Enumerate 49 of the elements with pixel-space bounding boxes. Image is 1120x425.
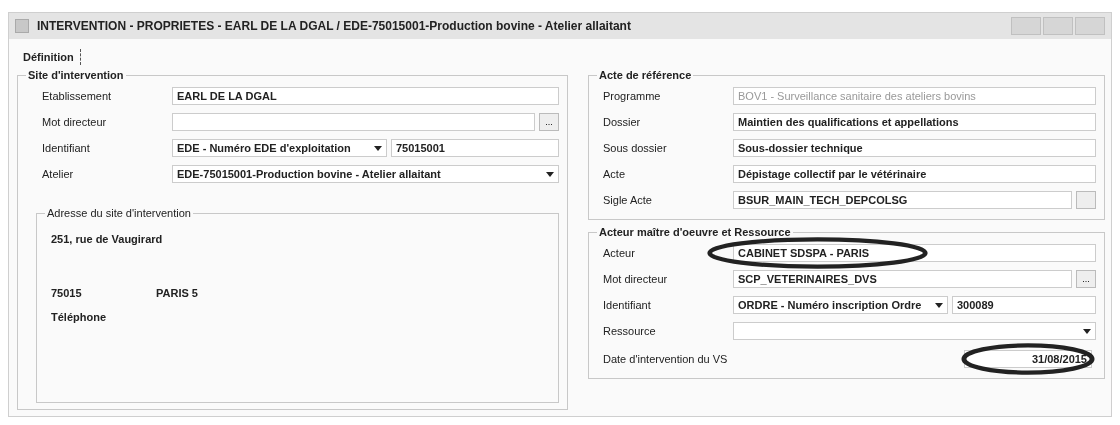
dropdown-arrow-icon xyxy=(935,302,943,308)
field-label: Acteur xyxy=(603,247,636,259)
city: PARIS 5 xyxy=(156,287,198,299)
input-field[interactable]: BSUR_MAIN_TECH_DEPCOLSG xyxy=(733,191,1072,209)
input-field[interactable]: Sous-dossier technique xyxy=(733,139,1096,157)
browse-button[interactable] xyxy=(1076,191,1096,209)
close-button[interactable] xyxy=(1075,17,1105,35)
field-label: Etablissement xyxy=(42,90,113,102)
window-title: INTERVENTION - PROPRIETES - EARL DE LA DGAL / EDE-75015001-Production bovine - Atelier allaitant xyxy=(37,19,632,33)
dropdown[interactable]: ORDRE - Numéro inscription Ordre xyxy=(733,296,948,314)
field-label: Mot directeur xyxy=(42,116,108,128)
field-label: Identifiant xyxy=(42,142,91,154)
field-label: Programme xyxy=(603,90,662,102)
input-field[interactable] xyxy=(172,113,535,131)
field-label: Mot directeur xyxy=(603,273,669,285)
field-label: Ressource xyxy=(603,325,657,337)
input-field[interactable]: 75015001 xyxy=(391,139,559,157)
minimize-button[interactable] xyxy=(1011,17,1041,35)
browse-button[interactable]: ... xyxy=(1076,270,1096,288)
browse-button[interactable]: ... xyxy=(539,113,559,131)
dropdown[interactable]: EDE - Numéro EDE d'exploitation xyxy=(172,139,387,157)
field-label: Sigle Acte xyxy=(603,194,653,206)
field-label: Acte xyxy=(603,168,626,180)
field-label: Dossier xyxy=(603,116,642,128)
group-title: Acteur maître d'oeuvre et Ressource xyxy=(598,226,792,238)
input-field[interactable]: 300089 xyxy=(952,296,1096,314)
dropdown-arrow-icon xyxy=(546,171,554,177)
group-title: Acte de référence xyxy=(598,69,693,81)
field-label: Atelier xyxy=(42,168,75,180)
field-label: Téléphone xyxy=(51,311,107,323)
dropdown[interactable] xyxy=(733,322,1096,340)
input-field[interactable]: Dépistage collectif par le vétérinaire xyxy=(733,165,1096,183)
group-title: Site d'intervention xyxy=(27,69,125,81)
postcode: 75015 xyxy=(51,287,83,299)
restore-button[interactable] xyxy=(1043,17,1073,35)
field-label: Sous dossier xyxy=(603,142,668,154)
group-title: Adresse du site d'intervention xyxy=(46,207,192,219)
dropdown-arrow-icon xyxy=(1083,328,1091,334)
street-address: 251, rue de Vaugirard xyxy=(51,233,164,245)
input-field[interactable]: EARL DE LA DGAL xyxy=(172,87,559,105)
field-label: Date d'intervention du VS xyxy=(603,353,729,365)
dropdown[interactable]: EDE-75015001-Production bovine - Atelier allaitant xyxy=(172,165,559,183)
tab[interactable]: Définition xyxy=(21,49,81,65)
field-label: Identifiant xyxy=(603,299,652,311)
input-field[interactable]: CABINET SDSPA - PARIS xyxy=(733,244,1096,262)
dropdown-arrow-icon xyxy=(374,145,382,151)
window-icon[interactable] xyxy=(15,19,29,33)
input-field[interactable]: Maintien des qualifications et appellations xyxy=(733,113,1096,131)
input-field[interactable]: SCP_VETERINAIRES_DVS xyxy=(733,270,1072,288)
